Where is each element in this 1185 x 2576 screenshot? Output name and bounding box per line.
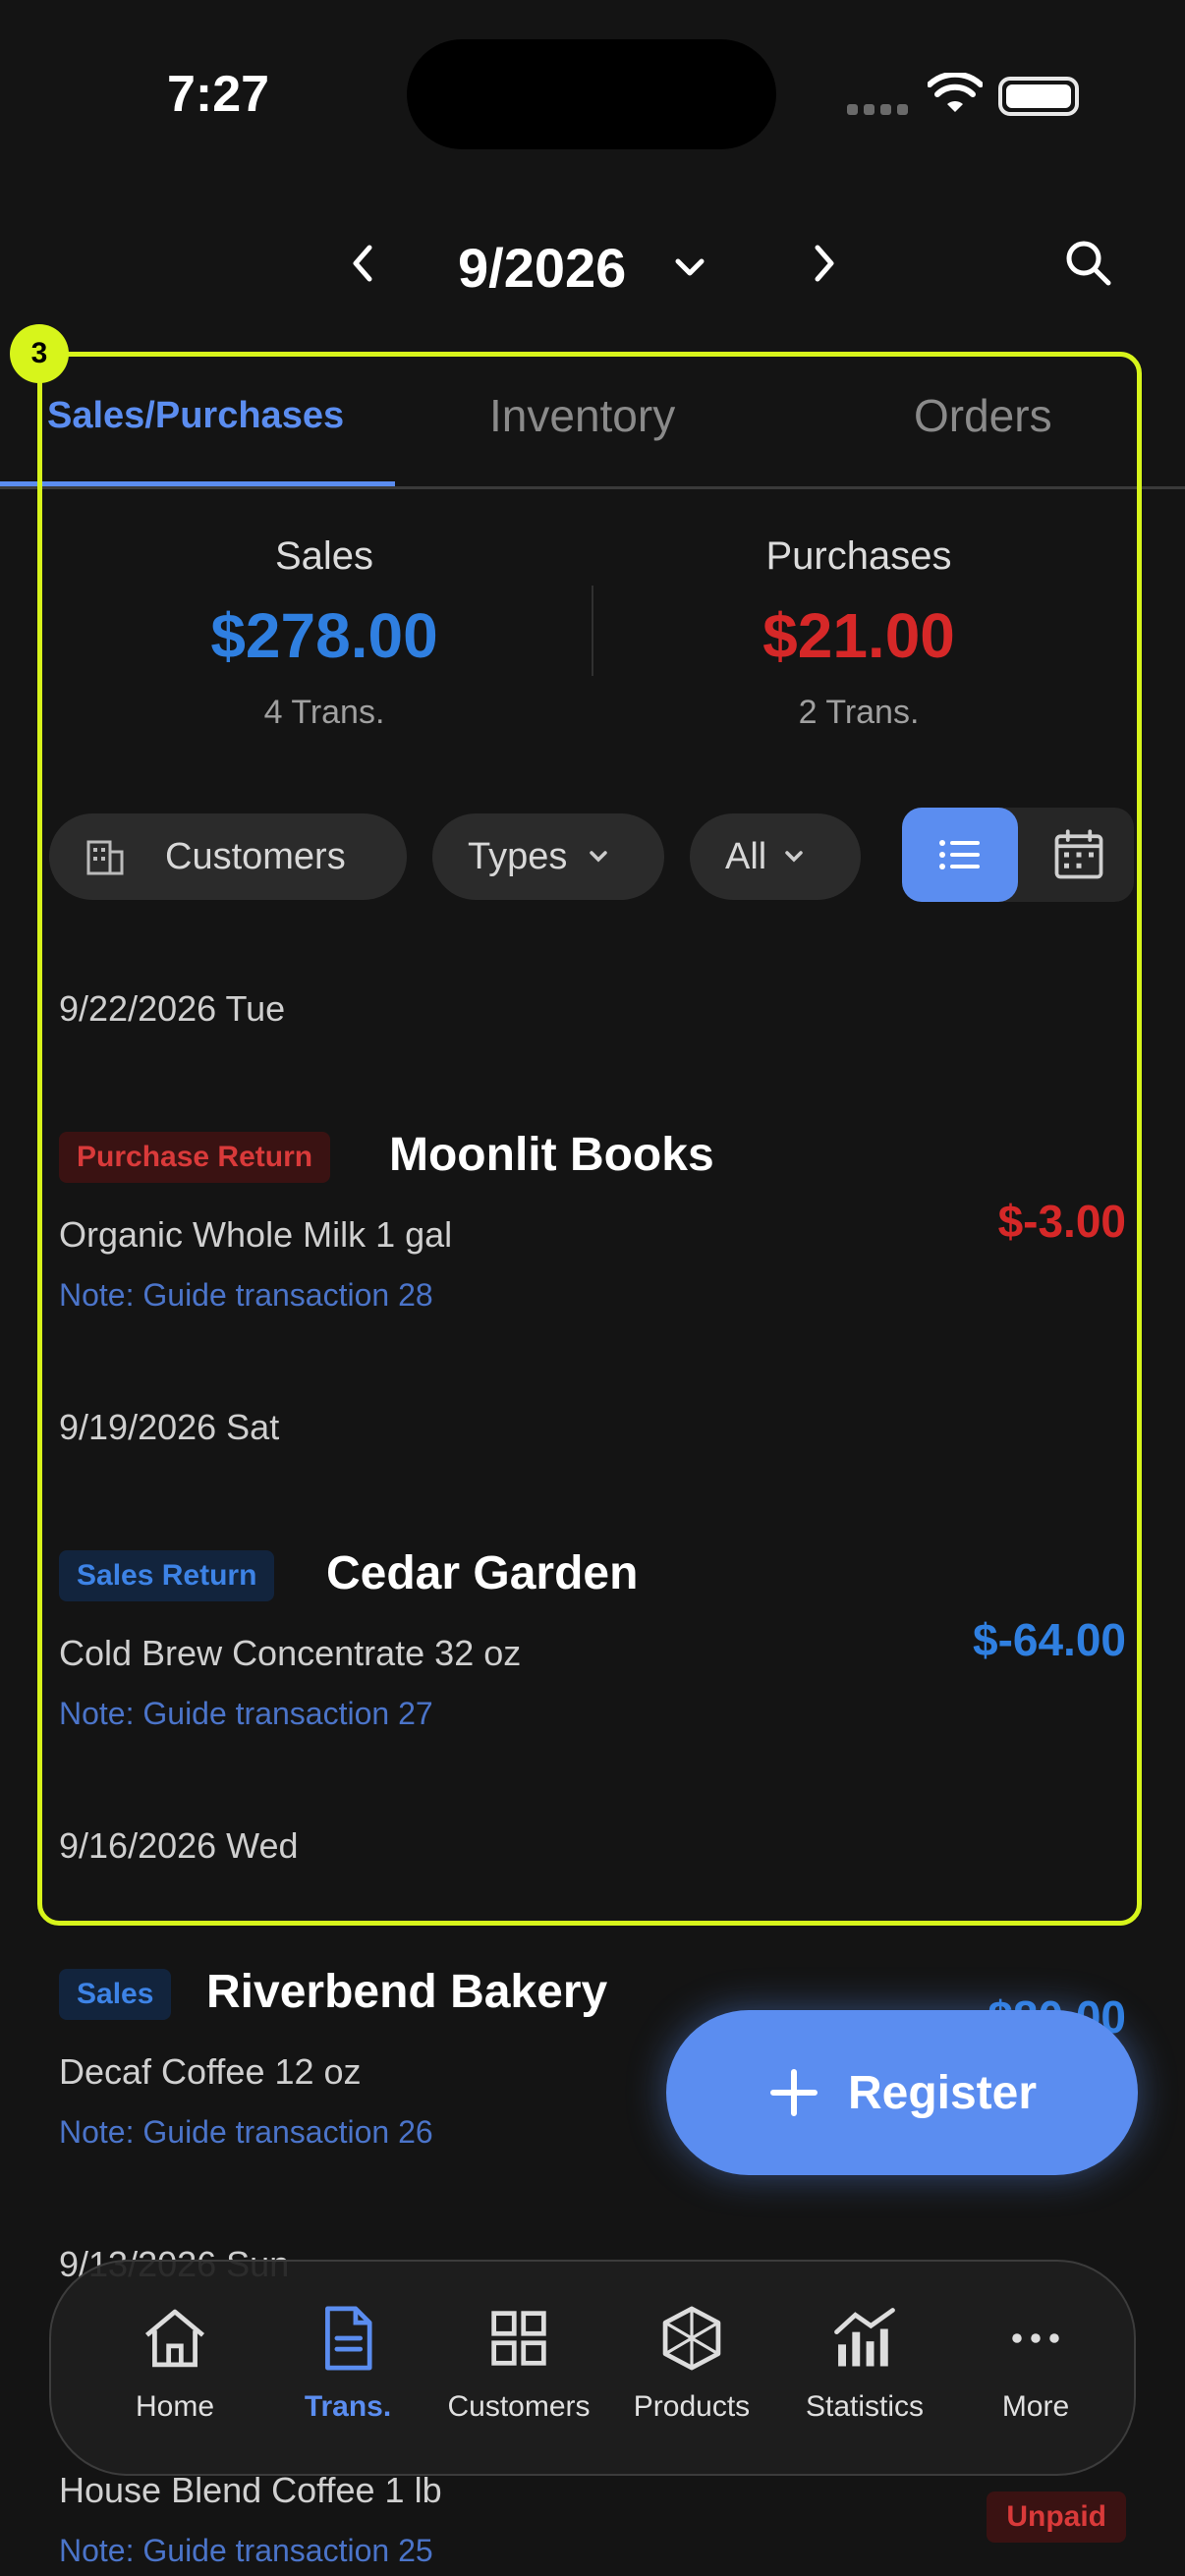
list-view-button[interactable] xyxy=(902,808,1018,902)
next-month-button[interactable] xyxy=(794,234,853,293)
home-icon xyxy=(144,2309,205,2368)
tabbar-customers[interactable]: Customers xyxy=(432,2301,605,2424)
chart-icon xyxy=(834,2308,895,2367)
note-text: Note: Guide transaction 27 xyxy=(59,1696,433,1731)
tabbar-label: Customers xyxy=(447,2390,591,2423)
tabbar-more[interactable]: More xyxy=(949,2301,1122,2424)
date-header: 9/22/2026 Tue xyxy=(59,988,286,1029)
party-name[interactable]: Riverbend Bakery xyxy=(206,1965,607,2019)
sales-trans-count: 4 Trans. xyxy=(263,694,385,731)
purchases-label: Purchases xyxy=(765,534,952,578)
party-name[interactable]: Cedar Garden xyxy=(326,1546,638,1600)
sales-amount: $278.00 xyxy=(210,600,438,671)
note-text: Note: Guide transaction 26 xyxy=(59,2114,433,2150)
date-header: 9/16/2026 Wed xyxy=(59,1825,299,1866)
cube-icon xyxy=(662,2306,721,2371)
purchases-trans-count: 2 Trans. xyxy=(798,694,920,731)
sales-label: Sales xyxy=(274,534,374,578)
chevron-down-icon xyxy=(785,851,803,863)
previous-month-button[interactable] xyxy=(334,234,393,293)
tabbar-label: Home xyxy=(135,2390,215,2423)
types-filter[interactable]: Types xyxy=(432,813,664,900)
customers-filter-label: Customers xyxy=(165,835,346,877)
tab-orders[interactable]: Orders xyxy=(914,389,1052,442)
document-icon xyxy=(325,2306,372,2371)
plus-icon xyxy=(769,2069,818,2116)
note-text: Note: Guide transaction 28 xyxy=(59,1277,433,1313)
all-filter-label: All xyxy=(725,835,767,877)
battery-icon xyxy=(998,77,1079,116)
month-title[interactable]: 9/2026 xyxy=(458,236,626,300)
tab-bar-top: Sales/Purchases Inventory Orders xyxy=(0,369,1185,489)
type-badge: Sales xyxy=(59,1969,172,2020)
summary-divider xyxy=(592,586,593,676)
chevron-right-icon xyxy=(815,245,834,282)
item-name[interactable]: Organic Whole Milk 1 gal xyxy=(59,1214,452,1256)
grid-icon xyxy=(491,2311,546,2366)
tabbar-label: Products xyxy=(633,2390,751,2423)
type-badge: Purchase Return xyxy=(59,1132,331,1183)
party-name[interactable]: Moonlit Books xyxy=(389,1128,714,1182)
search-icon[interactable] xyxy=(1059,234,1118,298)
highlight-badge: 3 xyxy=(10,324,69,383)
chevron-down-icon[interactable] xyxy=(668,246,711,294)
list-icon xyxy=(939,840,980,869)
status-badge: Unpaid xyxy=(987,2492,1126,2543)
all-filter[interactable]: All xyxy=(690,813,861,900)
item-name[interactable]: House Blend Coffee 1 lb xyxy=(59,2470,442,2511)
item-name[interactable]: Cold Brew Concentrate 32 oz xyxy=(59,1633,521,1674)
date-header: 9/19/2026 Sat xyxy=(59,1407,280,1447)
tabbar-label: Trans. xyxy=(304,2390,392,2423)
active-tab-indicator xyxy=(0,481,395,486)
tabbar-trans[interactable]: Trans. xyxy=(261,2301,434,2424)
dynamic-island xyxy=(407,39,776,149)
tab-inventory[interactable]: Inventory xyxy=(489,389,675,442)
register-label: Register xyxy=(847,2066,1038,2119)
tabbar-label: Statistics xyxy=(805,2390,925,2423)
more-icon xyxy=(1012,2333,1059,2343)
signal-icon xyxy=(847,102,914,120)
tabbar-home[interactable]: Home xyxy=(88,2301,261,2424)
purchases-amount: $21.00 xyxy=(762,600,955,671)
tabbar-label: More xyxy=(1001,2390,1070,2423)
tab-sales-purchases[interactable]: Sales/Purchases xyxy=(47,395,344,437)
tabbar-products[interactable]: Products xyxy=(605,2301,778,2424)
transaction-amount: $-3.00 xyxy=(997,1196,1126,1247)
type-badge: Sales Return xyxy=(59,1550,275,1601)
note-text: Note: Guide transaction 25 xyxy=(59,2533,433,2568)
types-filter-label: Types xyxy=(468,835,568,877)
calendar-icon xyxy=(1054,829,1103,879)
bottom-tab-bar: Home Trans. Customers Products Statistic… xyxy=(49,2260,1136,2476)
register-button[interactable]: Register xyxy=(666,2010,1138,2175)
tabbar-statistics[interactable]: Statistics xyxy=(778,2301,951,2424)
status-time: 7:27 xyxy=(167,66,270,123)
building-icon xyxy=(86,840,124,875)
item-name[interactable]: Decaf Coffee 12 oz xyxy=(59,2051,362,2093)
chevron-down-icon xyxy=(590,851,608,863)
chevron-left-icon xyxy=(353,245,372,282)
customers-filter[interactable]: Customers xyxy=(49,813,407,900)
wifi-icon xyxy=(927,71,984,121)
transaction-amount: $-64.00 xyxy=(972,1614,1126,1665)
calendar-view-button[interactable] xyxy=(1042,825,1116,889)
